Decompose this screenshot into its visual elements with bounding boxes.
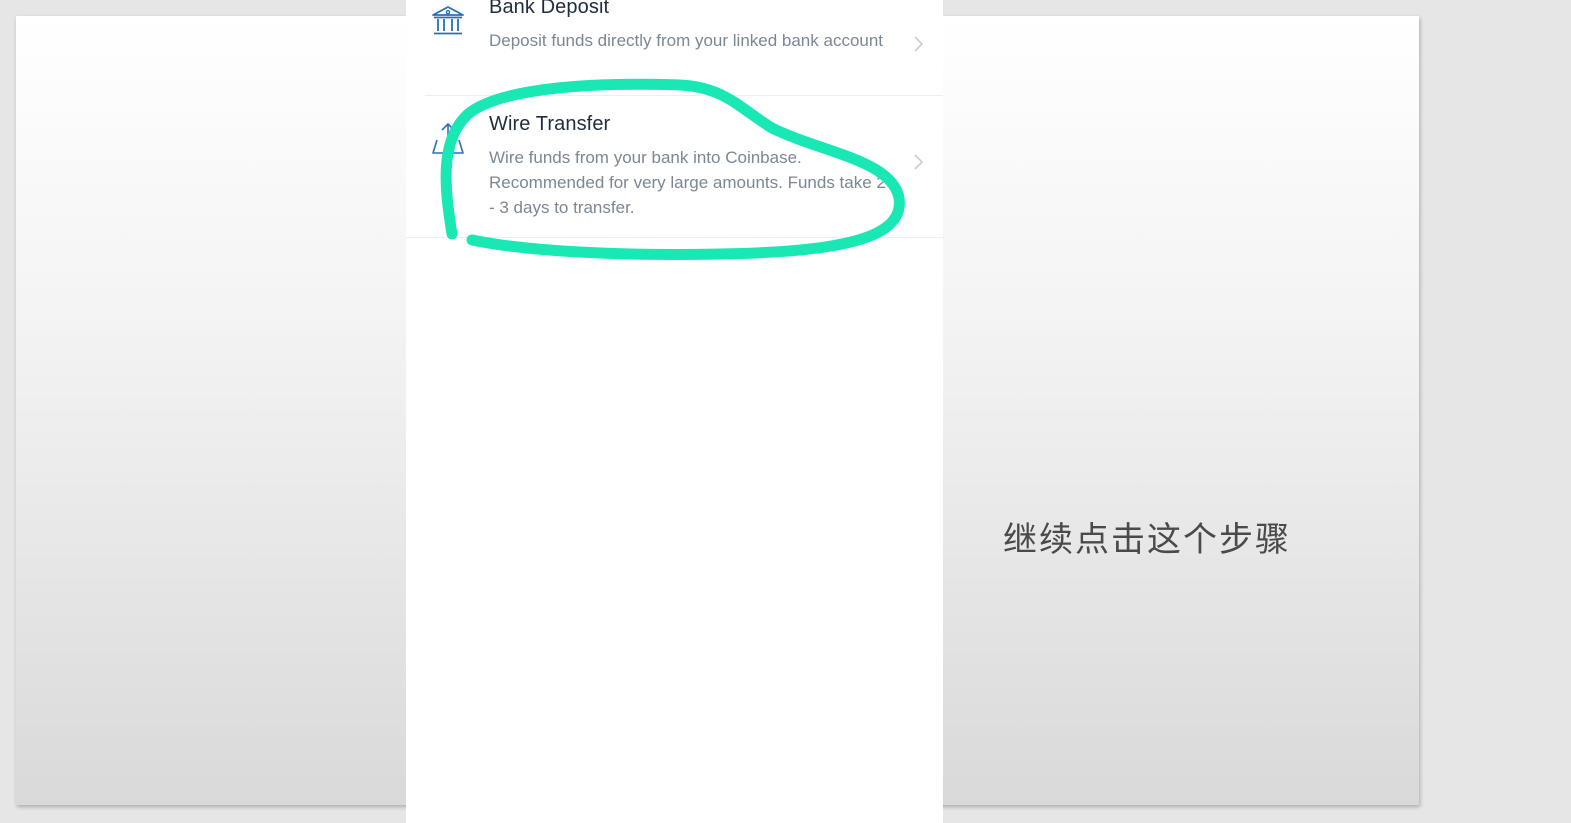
wire-transfer-icon <box>430 120 466 156</box>
bank-deposit-description: Deposit funds directly from your linked … <box>489 31 884 50</box>
slide-caption: 继续点击这个步骤 <box>1003 520 1291 560</box>
bank-deposit-title: Bank Deposit <box>489 0 610 18</box>
list-divider <box>406 237 943 238</box>
bank-deposit-option[interactable]: Bank Deposit Deposit funds directly from… <box>406 0 943 96</box>
bank-icon <box>430 4 466 40</box>
wire-transfer-description: Wire funds from your bank into Coinbase.… <box>489 148 886 217</box>
phone-screenshot: Bank Deposit Deposit funds directly from… <box>406 0 943 823</box>
chevron-right-icon <box>911 152 925 172</box>
wire-transfer-title: Wire Transfer <box>489 113 611 135</box>
wire-transfer-option[interactable]: Wire Transfer Wire funds from your bank … <box>406 96 943 238</box>
chevron-right-icon <box>911 34 925 54</box>
